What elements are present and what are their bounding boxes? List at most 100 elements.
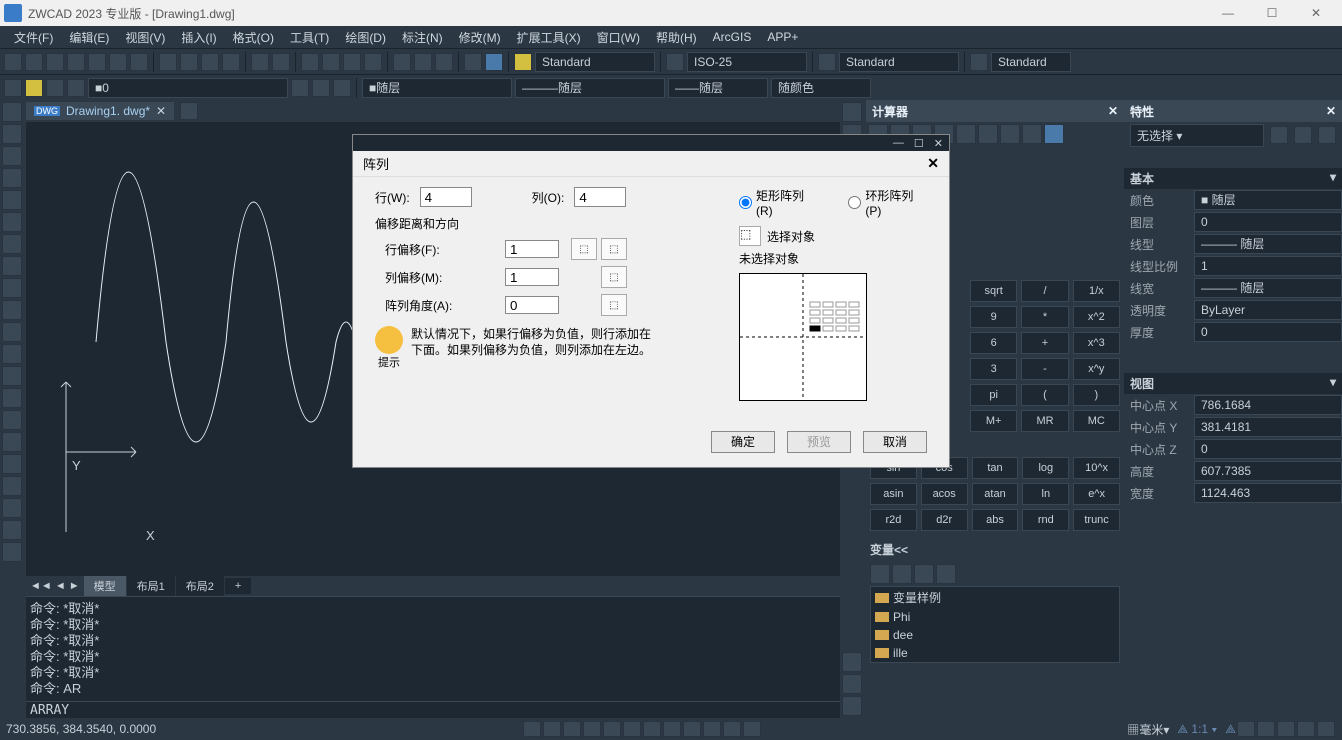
calc-close-icon[interactable]: ✕: [1108, 104, 1118, 118]
revcloud-icon[interactable]: [2, 300, 22, 320]
sb-model-icon[interactable]: [683, 721, 701, 737]
pick-both-button[interactable]: ⬚: [571, 238, 597, 260]
text-icon[interactable]: [2, 476, 22, 496]
calc-tool-8[interactable]: [1022, 124, 1042, 144]
preview-button[interactable]: 预览: [787, 431, 851, 453]
strip-icon-5[interactable]: [842, 674, 862, 694]
prop-center-z[interactable]: 0: [1194, 439, 1342, 459]
calc-3[interactable]: 3: [970, 358, 1017, 380]
point-icon[interactable]: [2, 322, 22, 342]
sb-qp-icon[interactable]: [703, 721, 721, 737]
dimstyle-icon[interactable]: [666, 53, 684, 71]
dialog-close-icon[interactable]: ✕: [927, 155, 939, 172]
menu-ext[interactable]: 扩展工具(X): [509, 29, 589, 46]
col-offset-input[interactable]: [505, 268, 559, 286]
var-tool-2[interactable]: [892, 564, 912, 584]
circle-icon[interactable]: [2, 146, 22, 166]
var-header[interactable]: 变量<<: [870, 537, 1120, 562]
sb-end4-icon[interactable]: [1297, 721, 1315, 737]
unit-readout[interactable]: ▦毫米▾: [1127, 721, 1169, 738]
calc-sub[interactable]: -: [1021, 358, 1068, 380]
copy-icon[interactable]: [180, 53, 198, 71]
prop-center-y[interactable]: 381.4181: [1194, 417, 1342, 437]
menu-dim[interactable]: 标注(N): [394, 29, 451, 46]
var-item[interactable]: 变量样例: [871, 587, 1119, 608]
spline-icon[interactable]: [2, 234, 22, 254]
menu-insert[interactable]: 插入(I): [173, 29, 224, 46]
calc-tool-7[interactable]: [1000, 124, 1020, 144]
layer-select[interactable]: ■ 0: [88, 78, 288, 98]
cancel-button[interactable]: 取消: [863, 431, 927, 453]
textstyle-icon[interactable]: [514, 53, 532, 71]
menu-modify[interactable]: 修改(M): [451, 29, 509, 46]
pick-col-button[interactable]: ⬚: [601, 266, 627, 288]
new-tab-icon[interactable]: [180, 102, 198, 120]
var-item[interactable]: Phi: [871, 608, 1119, 626]
open-icon[interactable]: [25, 53, 43, 71]
new-icon[interactable]: [4, 53, 22, 71]
linetype-select[interactable]: ——— 随层: [515, 78, 665, 98]
strip-icon-6[interactable]: [842, 696, 862, 716]
cut-icon[interactable]: [159, 53, 177, 71]
plot-icon[interactable]: [88, 53, 106, 71]
ellipsearc-icon[interactable]: [2, 278, 22, 298]
calc-asin[interactable]: asin: [870, 483, 917, 505]
calc-mc[interactable]: MC: [1073, 410, 1120, 432]
match-icon[interactable]: [222, 53, 240, 71]
var-item[interactable]: dee: [871, 626, 1119, 644]
var-tool-3[interactable]: [914, 564, 934, 584]
tab-add[interactable]: +: [225, 578, 251, 594]
dlg-max-icon[interactable]: ☐: [914, 137, 924, 150]
calc-r2d[interactable]: r2d: [870, 509, 917, 531]
calc-mul[interactable]: *: [1021, 306, 1068, 328]
strip-icon-1[interactable]: [842, 102, 862, 122]
layer-tool3-icon[interactable]: [333, 79, 351, 97]
line-icon[interactable]: [2, 102, 22, 122]
calc-tool-5[interactable]: [956, 124, 976, 144]
tab-model[interactable]: 模型: [84, 576, 126, 596]
calc-tan[interactable]: tan: [972, 457, 1019, 479]
maximize-button[interactable]: ☐: [1250, 0, 1294, 26]
calc-tool-6[interactable]: [978, 124, 998, 144]
menu-tools[interactable]: 工具(T): [282, 29, 337, 46]
plotcolor-select[interactable]: 随颜色: [771, 78, 871, 98]
polygon-icon[interactable]: [2, 190, 22, 210]
mtext-icon[interactable]: [2, 454, 22, 474]
save-icon[interactable]: [46, 53, 64, 71]
grid-icon[interactable]: [2, 520, 22, 540]
calc-rpar[interactable]: ): [1073, 384, 1120, 406]
layer-lock-icon[interactable]: [67, 79, 85, 97]
grid3-icon[interactable]: [435, 53, 453, 71]
sb-lwt-icon[interactable]: [643, 721, 661, 737]
view-section[interactable]: 视图▾: [1124, 373, 1342, 394]
lineweight-select[interactable]: —— 随层: [668, 78, 768, 98]
calc-acos[interactable]: acos: [921, 483, 968, 505]
calc-div[interactable]: /: [1021, 280, 1068, 302]
prop-layer[interactable]: 0: [1194, 212, 1342, 232]
menu-edit[interactable]: 编辑(E): [61, 29, 117, 46]
minimize-button[interactable]: —: [1206, 0, 1250, 26]
calc-6[interactable]: 6: [970, 332, 1017, 354]
arc-icon[interactable]: [2, 168, 22, 188]
calc-atan[interactable]: atan: [972, 483, 1019, 505]
layer-tool2-icon[interactable]: [312, 79, 330, 97]
menu-window[interactable]: 窗口(W): [589, 29, 648, 46]
gradient-icon[interactable]: [2, 388, 22, 408]
mlstyle-icon[interactable]: [970, 53, 988, 71]
calc-pow[interactable]: x^y: [1073, 358, 1120, 380]
sb-dyn-icon[interactable]: [663, 721, 681, 737]
prop-opacity[interactable]: ByLayer: [1194, 300, 1342, 320]
basic-section[interactable]: 基本▾: [1124, 168, 1342, 189]
text-style-select[interactable]: Standard: [535, 52, 655, 72]
sb-end5-icon[interactable]: [1317, 721, 1335, 737]
tab-layout2[interactable]: 布局2: [176, 576, 224, 596]
menu-format[interactable]: 格式(O): [225, 29, 282, 46]
calc-ln[interactable]: ln: [1022, 483, 1069, 505]
calc-help-icon[interactable]: [1044, 124, 1064, 144]
layer-tool1-icon[interactable]: [291, 79, 309, 97]
pline-icon[interactable]: [2, 124, 22, 144]
calc-9[interactable]: 9: [970, 306, 1017, 328]
angle-input[interactable]: [505, 296, 559, 314]
zoom-icon[interactable]: [322, 53, 340, 71]
menu-appplus[interactable]: APP+: [759, 30, 806, 44]
